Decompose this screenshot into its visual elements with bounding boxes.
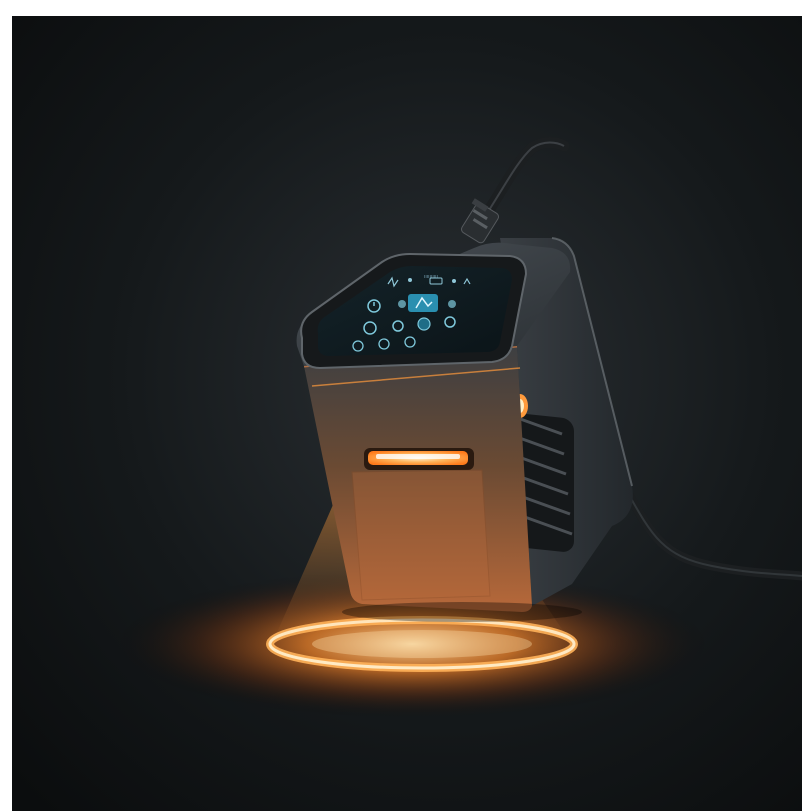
timer-icon[interactable] (448, 300, 456, 308)
device-illustration: ıııııııııı (12, 16, 802, 811)
dot-icon (452, 279, 456, 283)
front-panel (351, 469, 491, 601)
play-icon[interactable] (398, 300, 406, 308)
screen-caption: ıııııııııı (424, 274, 438, 280)
product-photo: ıııııııııı (12, 16, 802, 811)
image-frame: ıııııııııı (0, 0, 802, 811)
settings-icon[interactable] (408, 294, 438, 312)
person-icon (408, 278, 412, 282)
plus-icon[interactable] (417, 317, 431, 331)
light-bar (364, 448, 474, 470)
